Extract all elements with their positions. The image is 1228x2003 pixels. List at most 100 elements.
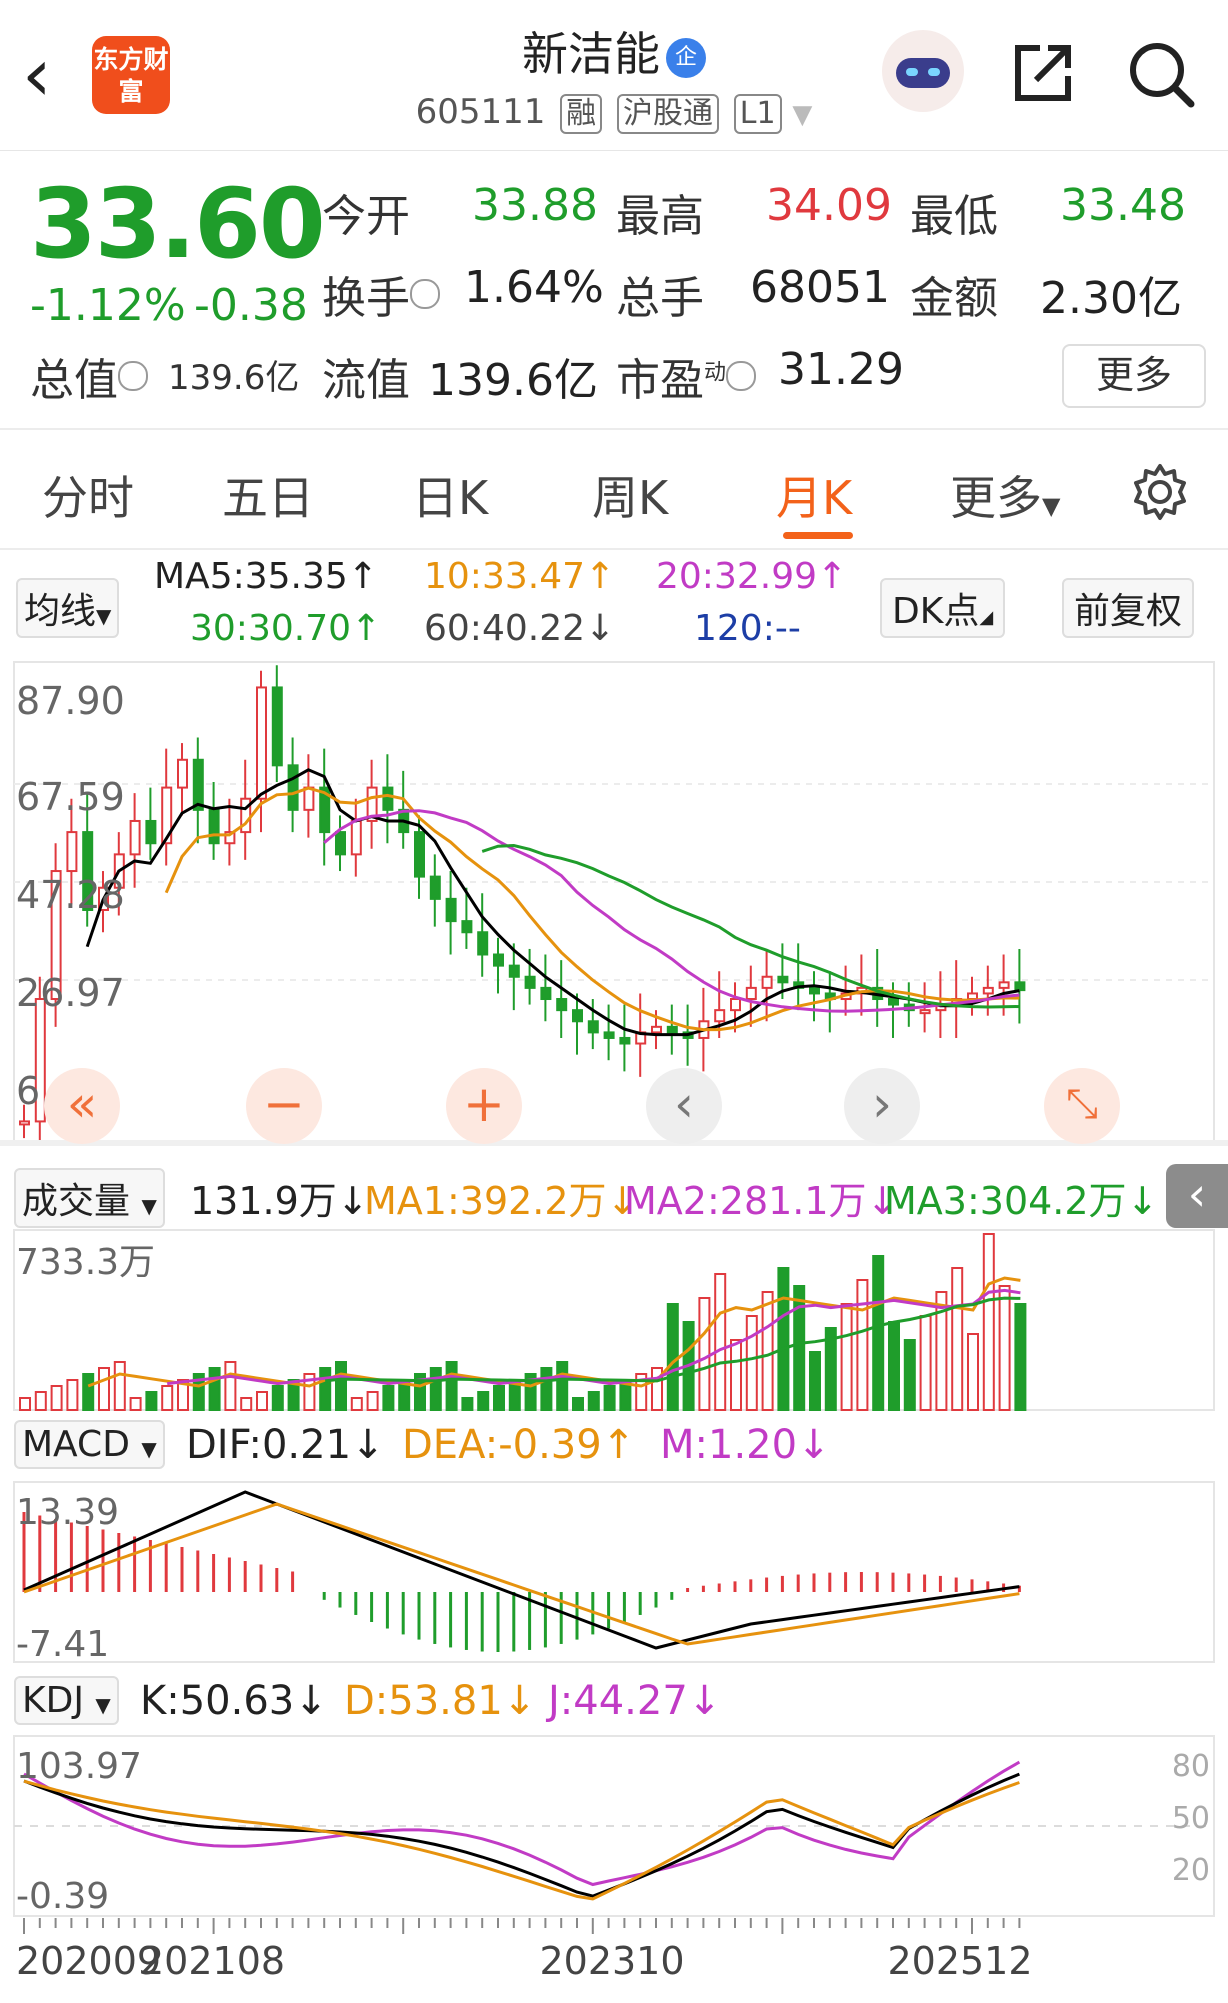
dropdown-triangle-icon: ▼ xyxy=(1042,492,1061,520)
candle-body xyxy=(477,931,489,956)
volume-selector[interactable]: 成交量 ▼ xyxy=(14,1168,165,1228)
tab-weekly-k[interactable]: 周K xyxy=(592,462,668,528)
change-amount: -0.38 xyxy=(194,280,308,331)
kdj-tick-20: 20 xyxy=(1172,1853,1210,1888)
macd-chart[interactable]: 13.39 -7.41 xyxy=(0,1480,1228,1666)
info-icon[interactable] xyxy=(410,279,440,309)
mktcap-label: 总值 xyxy=(30,344,148,408)
stock-code: 605111 xyxy=(415,92,546,132)
volume-bar xyxy=(872,1255,885,1411)
chart-separator xyxy=(0,1140,1228,1146)
volume-bar xyxy=(540,1367,553,1411)
price-axis-label: 67.59 xyxy=(16,775,125,819)
volume-bar xyxy=(666,1303,679,1411)
float-value: 139.6亿 xyxy=(428,355,598,406)
volume-bar xyxy=(208,1367,221,1411)
volume-bar xyxy=(856,1279,869,1411)
ma-selector[interactable]: 均线▼ xyxy=(16,578,120,638)
scroll-left-icon[interactable]: ‹ xyxy=(646,1068,722,1144)
change-percent: -1.12% xyxy=(30,280,186,331)
candle-body xyxy=(350,819,362,856)
volume-label: 总手 xyxy=(616,273,704,324)
amount-value: 2.30亿 xyxy=(1040,273,1182,324)
macd-selector[interactable]: MACD ▼ xyxy=(14,1420,165,1469)
volume-bar xyxy=(224,1361,237,1411)
volume-ma1: MA1:392.2万↓ xyxy=(364,1179,639,1223)
ma120-value: 120:-- xyxy=(694,608,801,649)
search-icon[interactable] xyxy=(1125,38,1197,110)
candle-body xyxy=(177,758,188,789)
kdj-selector[interactable]: KDJ ▼ xyxy=(14,1676,119,1725)
volume-bar xyxy=(445,1361,458,1411)
pe-value: 31.29 xyxy=(778,344,904,395)
candle-body xyxy=(445,897,457,923)
dropdown-triangle-icon: ▼ xyxy=(141,1437,157,1461)
candle-body xyxy=(461,920,473,934)
tab-more[interactable]: 更多▼ xyxy=(950,462,1060,528)
candle-body xyxy=(192,758,204,811)
share-icon[interactable] xyxy=(1010,40,1076,106)
kdj-j: J:44.27↓ xyxy=(548,1678,722,1724)
tab-daily-k[interactable]: 日K xyxy=(412,462,488,528)
kdj-k: K:50.63↓ xyxy=(140,1678,328,1724)
settings-gear-icon[interactable] xyxy=(1130,462,1190,522)
candle-body xyxy=(429,875,441,900)
ma5-value: MA5:35.35↑ xyxy=(154,556,378,597)
candle-body xyxy=(524,975,536,989)
assistant-robot-icon[interactable] xyxy=(882,30,964,112)
volume-bar xyxy=(809,1351,821,1411)
tab-intraday[interactable]: 分时 xyxy=(42,462,134,528)
dropdown-triangle-icon[interactable]: ▼ xyxy=(792,100,812,130)
tab-five-day[interactable]: 五日 xyxy=(222,462,314,528)
ma30-value: 30:30.70↑ xyxy=(190,608,382,649)
zoom-in-icon[interactable]: + xyxy=(446,1068,522,1144)
ma10-value: 10:33.47↑ xyxy=(424,556,616,597)
enterprise-badge: 企 xyxy=(666,38,706,78)
candle-body xyxy=(651,1025,662,1034)
volume-bar xyxy=(461,1397,474,1411)
candle-body xyxy=(382,786,394,811)
candle-body xyxy=(809,986,820,995)
kline-chart[interactable]: 87.9067.5947.2826.976.66 xyxy=(0,660,1228,1150)
margin-tag: 融 xyxy=(560,94,603,134)
volume-bar xyxy=(366,1391,379,1411)
price-adjust-button[interactable]: 前复权 xyxy=(1062,578,1195,638)
open-label: 今开 xyxy=(322,191,410,242)
kdj-axis-max: 103.97 xyxy=(16,1746,142,1787)
candle-body xyxy=(572,1009,583,1023)
more-quote-button[interactable]: 更多 xyxy=(1062,344,1206,408)
info-icon[interactable] xyxy=(726,361,757,391)
candle-body xyxy=(619,1036,631,1045)
kdj-chart[interactable]: 103.97 -0.39 80 50 20 xyxy=(0,1734,1228,1920)
collapse-panel-icon[interactable]: ‹ xyxy=(1166,1164,1228,1228)
dropdown-triangle-icon: ▼ xyxy=(141,1194,157,1218)
volume-bar xyxy=(145,1391,158,1411)
candle-body xyxy=(919,1009,931,1015)
low-value: 33.48 xyxy=(1060,180,1186,231)
volume-bar xyxy=(50,1385,63,1411)
fullscreen-icon[interactable]: ⤡ xyxy=(1044,1068,1120,1144)
kdj-tick-50: 50 xyxy=(1172,1801,1210,1836)
candle-body xyxy=(271,686,283,767)
candle-body xyxy=(1014,981,1026,992)
tab-monthly-k[interactable]: 月K xyxy=(776,462,852,528)
dk-point-button[interactable]: DK点◢ xyxy=(880,578,1006,638)
candle-body xyxy=(145,819,157,845)
volume-bar xyxy=(98,1367,110,1411)
volume-bar xyxy=(66,1379,79,1411)
divider xyxy=(0,428,1228,430)
macd-dea: DEA:-0.39↑ xyxy=(402,1422,636,1468)
volume-chart[interactable]: 733.3万 xyxy=(0,1228,1228,1414)
stock-name-text: 新洁能 xyxy=(522,27,660,81)
price-axis-label: 87.90 xyxy=(16,679,125,723)
zoom-out-icon[interactable]: − xyxy=(246,1068,322,1144)
rewind-icon[interactable]: « xyxy=(44,1068,120,1144)
volume-bar xyxy=(240,1397,253,1411)
x-label-202310: 202310 xyxy=(539,1939,684,1983)
open-value: 33.88 xyxy=(472,180,598,231)
ma-line xyxy=(323,809,1020,1013)
volume-bar xyxy=(382,1385,395,1411)
candle-body xyxy=(777,975,789,984)
info-icon[interactable] xyxy=(118,361,148,391)
scroll-right-icon[interactable]: › xyxy=(844,1068,920,1144)
